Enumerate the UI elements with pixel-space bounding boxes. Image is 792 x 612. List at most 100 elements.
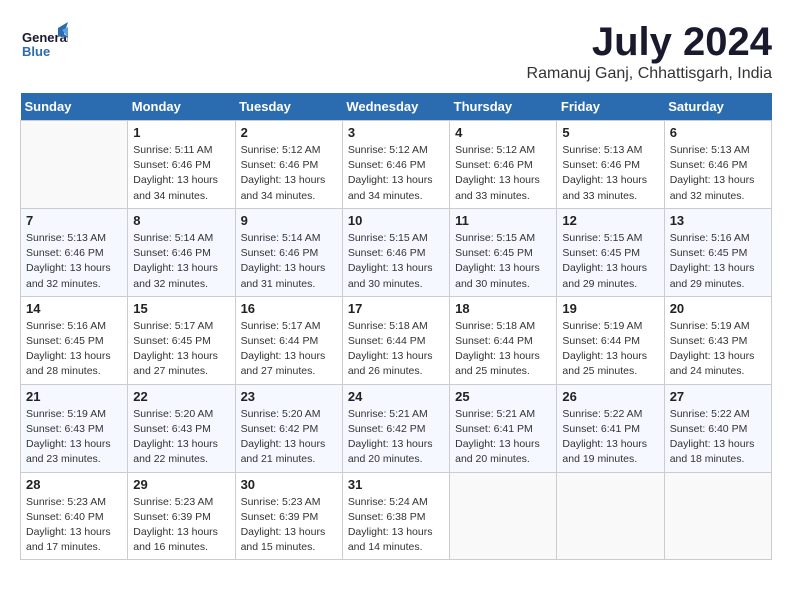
day-number: 3 [348, 125, 444, 140]
day-info: Sunrise: 5:23 AM Sunset: 6:39 PM Dayligh… [241, 495, 337, 556]
day-info: Sunrise: 5:23 AM Sunset: 6:40 PM Dayligh… [26, 495, 122, 556]
day-cell: 27 Sunrise: 5:22 AM Sunset: 6:40 PM Dayli… [664, 384, 771, 472]
header-thursday: Thursday [450, 93, 557, 121]
day-cell: 30 Sunrise: 5:23 AM Sunset: 6:39 PM Dayli… [235, 472, 342, 560]
day-cell [557, 472, 664, 560]
week-row-1: 7Sunrise: 5:13 AM Sunset: 6:46 PM Daylig… [21, 208, 772, 296]
day-number: 18 [455, 301, 551, 316]
day-number: 31 [348, 477, 444, 492]
day-info: Sunrise: 5:18 AM Sunset: 6:44 PM Dayligh… [348, 319, 444, 380]
week-row-2: 14 Sunrise: 5:16 AM Sunset: 6:45 PM Dayli… [21, 296, 772, 384]
title-block: July 2024 Ramanuj Ganj, Chhattisgarh, In… [527, 20, 772, 83]
day-cell: 3 Sunrise: 5:12 AM Sunset: 6:46 PM Daylig… [342, 121, 449, 209]
day-number: 22 [133, 389, 229, 404]
header-monday: Monday [128, 93, 235, 121]
day-info: Sunrise: 5:13 AM Sunset: 6:46 PM Dayligh… [26, 231, 122, 292]
day-cell: 22 Sunrise: 5:20 AM Sunset: 6:43 PM Dayli… [128, 384, 235, 472]
day-cell: 8 Sunrise: 5:14 AM Sunset: 6:46 PM Daylig… [128, 208, 235, 296]
day-number: 8 [133, 213, 229, 228]
day-number: 10 [348, 213, 444, 228]
day-info: Sunrise: 5:21 AM Sunset: 6:42 PM Dayligh… [348, 407, 444, 468]
day-cell: 6 Sunrise: 5:13 AM Sunset: 6:46 PM Daylig… [664, 121, 771, 209]
day-number: 14 [26, 301, 122, 316]
header-saturday: Saturday [664, 93, 771, 121]
week-row-4: 28Sunrise: 5:23 AM Sunset: 6:40 PM Dayli… [21, 472, 772, 560]
day-cell: 7Sunrise: 5:13 AM Sunset: 6:46 PM Daylig… [21, 208, 128, 296]
day-cell: 1 Sunrise: 5:11 AM Sunset: 6:46 PM Daylig… [128, 121, 235, 209]
day-number: 30 [241, 477, 337, 492]
day-info: Sunrise: 5:19 AM Sunset: 6:44 PM Dayligh… [562, 319, 658, 380]
day-number: 27 [670, 389, 766, 404]
day-cell: 16 Sunrise: 5:17 AM Sunset: 6:44 PM Dayli… [235, 296, 342, 384]
day-cell: 9 Sunrise: 5:14 AM Sunset: 6:46 PM Daylig… [235, 208, 342, 296]
day-cell: 10 Sunrise: 5:15 AM Sunset: 6:46 PM Dayli… [342, 208, 449, 296]
day-cell: 31 Sunrise: 5:24 AM Sunset: 6:38 PM Dayli… [342, 472, 449, 560]
day-cell: 13 Sunrise: 5:16 AM Sunset: 6:45 PM Dayli… [664, 208, 771, 296]
day-info: Sunrise: 5:15 AM Sunset: 6:46 PM Dayligh… [348, 231, 444, 292]
day-info: Sunrise: 5:13 AM Sunset: 6:46 PM Dayligh… [670, 143, 766, 204]
page-header: General Blue July 2024 Ramanuj Ganj, Chh… [20, 20, 772, 83]
day-info: Sunrise: 5:14 AM Sunset: 6:46 PM Dayligh… [241, 231, 337, 292]
day-number: 15 [133, 301, 229, 316]
day-info: Sunrise: 5:15 AM Sunset: 6:45 PM Dayligh… [562, 231, 658, 292]
day-number: 12 [562, 213, 658, 228]
day-info: Sunrise: 5:12 AM Sunset: 6:46 PM Dayligh… [455, 143, 551, 204]
day-cell: 28Sunrise: 5:23 AM Sunset: 6:40 PM Dayli… [21, 472, 128, 560]
day-info: Sunrise: 5:23 AM Sunset: 6:39 PM Dayligh… [133, 495, 229, 556]
day-number: 5 [562, 125, 658, 140]
day-cell: 14 Sunrise: 5:16 AM Sunset: 6:45 PM Dayli… [21, 296, 128, 384]
logo: General Blue [20, 20, 68, 73]
header-row: SundayMondayTuesdayWednesdayThursdayFrid… [21, 93, 772, 121]
day-info: Sunrise: 5:12 AM Sunset: 6:46 PM Dayligh… [348, 143, 444, 204]
day-cell: 21Sunrise: 5:19 AM Sunset: 6:43 PM Dayli… [21, 384, 128, 472]
day-number: 26 [562, 389, 658, 404]
day-info: Sunrise: 5:20 AM Sunset: 6:43 PM Dayligh… [133, 407, 229, 468]
day-cell: 25Sunrise: 5:21 AM Sunset: 6:41 PM Dayli… [450, 384, 557, 472]
header-sunday: Sunday [21, 93, 128, 121]
day-cell: 12 Sunrise: 5:15 AM Sunset: 6:45 PM Dayli… [557, 208, 664, 296]
day-number: 16 [241, 301, 337, 316]
day-cell: 11 Sunrise: 5:15 AM Sunset: 6:45 PM Dayli… [450, 208, 557, 296]
day-cell: 15Sunrise: 5:17 AM Sunset: 6:45 PM Dayli… [128, 296, 235, 384]
location: Ramanuj Ganj, Chhattisgarh, India [527, 65, 772, 83]
day-info: Sunrise: 5:19 AM Sunset: 6:43 PM Dayligh… [670, 319, 766, 380]
day-info: Sunrise: 5:17 AM Sunset: 6:44 PM Dayligh… [241, 319, 337, 380]
day-number: 4 [455, 125, 551, 140]
svg-text:Blue: Blue [22, 44, 50, 59]
day-info: Sunrise: 5:13 AM Sunset: 6:46 PM Dayligh… [562, 143, 658, 204]
day-info: Sunrise: 5:22 AM Sunset: 6:41 PM Dayligh… [562, 407, 658, 468]
day-cell: 5 Sunrise: 5:13 AM Sunset: 6:46 PM Daylig… [557, 121, 664, 209]
day-number: 23 [241, 389, 337, 404]
day-info: Sunrise: 5:16 AM Sunset: 6:45 PM Dayligh… [670, 231, 766, 292]
day-number: 13 [670, 213, 766, 228]
day-number: 9 [241, 213, 337, 228]
day-number: 6 [670, 125, 766, 140]
day-info: Sunrise: 5:18 AM Sunset: 6:44 PM Dayligh… [455, 319, 551, 380]
day-info: Sunrise: 5:24 AM Sunset: 6:38 PM Dayligh… [348, 495, 444, 556]
day-cell [450, 472, 557, 560]
day-cell [664, 472, 771, 560]
day-info: Sunrise: 5:15 AM Sunset: 6:45 PM Dayligh… [455, 231, 551, 292]
day-number: 20 [670, 301, 766, 316]
header-wednesday: Wednesday [342, 93, 449, 121]
day-cell: 23 Sunrise: 5:20 AM Sunset: 6:42 PM Dayli… [235, 384, 342, 472]
day-info: Sunrise: 5:11 AM Sunset: 6:46 PM Dayligh… [133, 143, 229, 204]
header-friday: Friday [557, 93, 664, 121]
day-info: Sunrise: 5:20 AM Sunset: 6:42 PM Dayligh… [241, 407, 337, 468]
day-number: 2 [241, 125, 337, 140]
week-row-3: 21Sunrise: 5:19 AM Sunset: 6:43 PM Dayli… [21, 384, 772, 472]
day-number: 1 [133, 125, 229, 140]
day-info: Sunrise: 5:22 AM Sunset: 6:40 PM Dayligh… [670, 407, 766, 468]
calendar-table: SundayMondayTuesdayWednesdayThursdayFrid… [20, 93, 772, 560]
day-number: 11 [455, 213, 551, 228]
month-title: July 2024 [527, 20, 772, 65]
day-number: 21 [26, 389, 122, 404]
day-info: Sunrise: 5:16 AM Sunset: 6:45 PM Dayligh… [26, 319, 122, 380]
day-info: Sunrise: 5:14 AM Sunset: 6:46 PM Dayligh… [133, 231, 229, 292]
day-cell [21, 121, 128, 209]
day-number: 17 [348, 301, 444, 316]
day-number: 29 [133, 477, 229, 492]
day-number: 24 [348, 389, 444, 404]
day-cell: 29 Sunrise: 5:23 AM Sunset: 6:39 PM Dayli… [128, 472, 235, 560]
day-cell: 19Sunrise: 5:19 AM Sunset: 6:44 PM Dayli… [557, 296, 664, 384]
